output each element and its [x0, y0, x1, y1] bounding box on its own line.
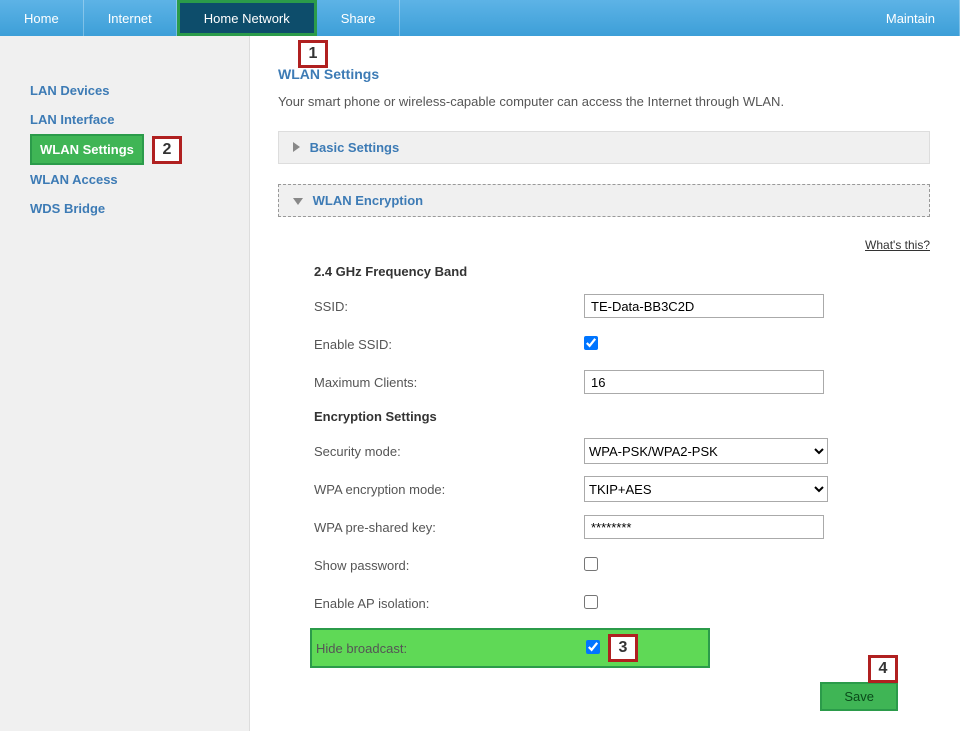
nav-spacer [400, 0, 861, 36]
nav-home-network[interactable]: Home Network [177, 0, 317, 36]
nav-maintain[interactable]: Maintain [862, 0, 960, 36]
ap-isolation-checkbox[interactable] [584, 595, 598, 609]
show-password-checkbox[interactable] [584, 557, 598, 571]
max-clients-label: Maximum Clients: [314, 375, 584, 390]
ssid-input[interactable] [584, 294, 824, 318]
form-area: 2.4 GHz Frequency Band SSID: Enable SSID… [278, 264, 930, 668]
callout-2: 2 [152, 136, 182, 164]
nav-internet[interactable]: Internet [84, 0, 177, 36]
callout-3: 3 [608, 634, 638, 662]
encryption-title: Encryption Settings [314, 409, 930, 424]
callout-4: 4 [868, 655, 898, 683]
sidebar-item-wlan-access[interactable]: WLAN Access [30, 165, 249, 194]
security-mode-label: Security mode: [314, 444, 584, 459]
psk-label: WPA pre-shared key: [314, 520, 584, 535]
sidebar: LAN Devices LAN Interface WLAN Settings … [0, 36, 250, 731]
page-desc: Your smart phone or wireless-capable com… [278, 94, 930, 109]
ssid-label: SSID: [314, 299, 584, 314]
security-mode-select[interactable]: WPA-PSK/WPA2-PSK [584, 438, 828, 464]
max-clients-input[interactable] [584, 370, 824, 394]
nav-share[interactable]: Share [317, 0, 401, 36]
top-nav: Home Internet Home Network Share Maintai… [0, 0, 960, 36]
section-basic-label: Basic Settings [310, 140, 400, 155]
section-wlan-encryption[interactable]: WLAN Encryption [278, 184, 930, 217]
wpa-mode-label: WPA encryption mode: [314, 482, 584, 497]
sidebar-item-lan-devices[interactable]: LAN Devices [30, 76, 249, 105]
hide-broadcast-checkbox[interactable] [586, 640, 600, 654]
ap-isolation-label: Enable AP isolation: [314, 596, 584, 611]
whats-this-row: What's this? [278, 237, 930, 252]
enable-ssid-label: Enable SSID: [314, 337, 584, 352]
section-basic-settings[interactable]: Basic Settings [278, 131, 930, 164]
save-button[interactable]: Save [820, 682, 898, 711]
show-password-label: Show password: [314, 558, 584, 573]
chevron-down-icon [293, 198, 303, 205]
whats-this-link[interactable]: What's this? [865, 238, 930, 252]
section-encryption-label: WLAN Encryption [313, 193, 424, 208]
nav-home[interactable]: Home [0, 0, 84, 36]
wpa-mode-select[interactable]: TKIP+AES [584, 476, 828, 502]
page-title: WLAN Settings [278, 66, 930, 82]
sidebar-item-lan-interface[interactable]: LAN Interface [30, 105, 249, 134]
psk-input[interactable] [584, 515, 824, 539]
sidebar-item-wlan-settings[interactable]: WLAN Settings [30, 134, 144, 165]
enable-ssid-checkbox[interactable] [584, 336, 598, 350]
sidebar-item-wds-bridge[interactable]: WDS Bridge [30, 194, 249, 223]
content: WLAN Settings Your smart phone or wirele… [250, 36, 960, 731]
chevron-right-icon [293, 142, 300, 152]
hide-broadcast-label: Hide broadcast: [316, 641, 586, 656]
band-title: 2.4 GHz Frequency Band [314, 264, 930, 279]
